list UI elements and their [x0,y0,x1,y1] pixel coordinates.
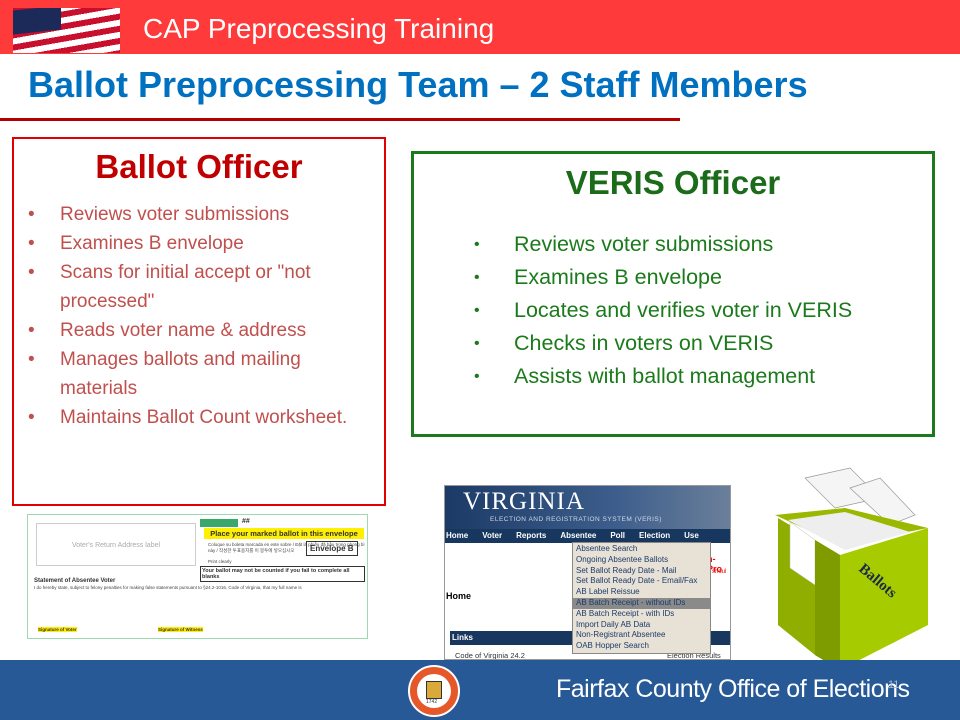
slide-title: Ballot Preprocessing Team – 2 Staff Memb… [28,64,808,105]
header-title: CAP Preprocessing Training [143,13,495,44]
ballot-officer-list: • Reviews voter submissions • Examines B e… [28,200,384,432]
witness-signature-label: Signature of Witness [158,627,203,632]
veris-officer-list: • Reviews voter submissions • Examines B e… [474,228,932,393]
envelope-b-image: Voter's Return Address label ## Place yo… [27,514,368,639]
veris-link[interactable]: Code of Virginia 24.2 [455,651,525,659]
list-item: • Maintains Ballot Count worksheet. [28,407,348,428]
menu-item[interactable]: Set Ballot Ready Date - Mail [573,566,710,577]
place-ballot-text: Place your marked ballot in this envelop… [204,528,364,539]
nav-voter[interactable]: Voter [482,529,502,543]
veris-screenshot: VIRGINIA ELECTION AND REGISTRATION SYSTE… [444,485,731,660]
list-item: • Locates and verifies voter in VERIS [474,298,853,322]
menu-item-selected[interactable]: AB Batch Receipt - without IDs [573,597,710,609]
list-item: • Examines B envelope [28,233,244,254]
list-item: • Scans for initial accept or "not proces… [28,262,311,312]
menu-item[interactable]: OAB Hopper Search [573,641,710,652]
menu-item[interactable]: AB Batch Receipt - with IDs [573,609,710,620]
list-item: • Assists with ballot management [474,364,816,388]
menu-item[interactable]: Non-Registrant Absentee [573,630,710,641]
absentee-dropdown-menu: Absentee Search Ongoing Absentee Ballots… [572,542,711,654]
veris-home-heading: Home [446,591,472,601]
menu-item[interactable]: AB Label Reissue [573,587,710,598]
ballot-officer-box: Ballot Officer • Reviews voter submission… [12,137,386,506]
ballot-officer-title: Ballot Officer [95,148,303,185]
menu-item[interactable]: Absentee Search [573,544,710,555]
veris-nav: Home Voter Reports Absentee Poll Electio… [445,529,730,543]
envelope-tab [200,519,238,527]
envelope-warning: Your ballot may not be counted if you fa… [200,566,365,582]
nav-absentee[interactable]: Absentee [560,529,596,543]
ballot-box-icon: Ballots [775,467,928,660]
header-bar: CAP Preprocessing Training [0,0,960,54]
footer-text: Fairfax County Office of Elections [556,675,910,703]
page-number: 11 [888,679,900,691]
return-address-label: Voter's Return Address label [36,523,196,566]
menu-item[interactable]: Import Daily AB Data [573,620,710,631]
statement-text: I do hereby state, subject to felony pen… [34,585,302,590]
nav-election[interactable]: Election [639,529,670,543]
menu-item[interactable]: Ongoing Absentee Ballots [573,555,710,566]
menu-item[interactable]: Set Ballot Ready Date - Email/Fax [573,576,710,587]
title-divider [0,118,680,121]
envelope-hash: ## [242,518,250,525]
nav-home[interactable]: Home [446,529,468,543]
list-item: • Checks in voters on VERIS [474,331,774,355]
veris-officer-title: VERIS Officer [565,164,781,201]
list-item: • Reviews voter submissions [28,204,290,225]
list-item: • Examines B envelope [474,265,722,289]
veris-banner: VIRGINIA ELECTION AND REGISTRATION SYSTE… [445,486,730,529]
fairfax-county-seal-icon: 1742 [408,665,460,717]
nav-reports[interactable]: Reports [516,529,546,543]
list-item: • Reviews voter submissions [474,232,774,256]
nav-poll[interactable]: Poll [610,529,625,543]
statement-title: Statement of Absentee Voter [34,578,116,584]
list-item: • Manages ballots and mailing materials [28,349,301,399]
list-item: • Reads voter name & address [28,320,307,341]
voter-signature-label: Signature of Voter [38,627,77,632]
nav-user[interactable]: Use [684,529,699,543]
veris-officer-box: VERIS Officer • Reviews voter submissions… [411,151,935,437]
envelope-label: Envelope B [306,541,358,556]
us-flag-icon [13,8,120,53]
